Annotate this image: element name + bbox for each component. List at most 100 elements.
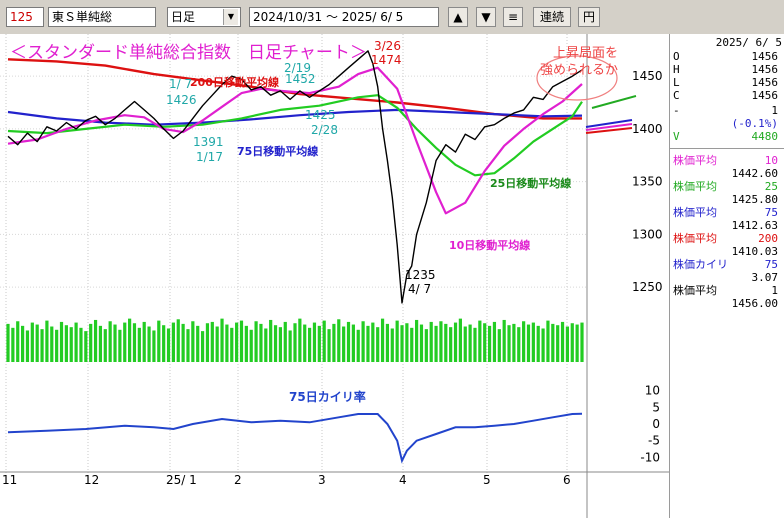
indicator-value-row: 1425.80 [673, 193, 782, 206]
volume-bar [74, 322, 78, 362]
kairi-tick-label: 10 [645, 384, 660, 398]
volume-bar [380, 318, 385, 362]
volume-bar [288, 330, 292, 362]
ohlc-label: O [673, 50, 680, 63]
y-tick-label: 1450 [632, 69, 663, 83]
volume-bar [98, 325, 103, 362]
volume-bar [249, 329, 253, 362]
volume-bar [205, 323, 210, 362]
annot-feb-low-val: 1425 [305, 108, 336, 122]
volume-bar [162, 325, 166, 362]
annot-high-val: 1474 [371, 53, 402, 67]
volume-bar [307, 327, 312, 362]
note-line1: 上昇局面を [553, 46, 618, 61]
indicator-value: 3.07 [751, 271, 779, 284]
ohlc-row: L 1456 [673, 76, 782, 89]
volume-bar [137, 327, 141, 362]
kairi-tick-label: -5 [648, 434, 660, 448]
indicator-row: 株価平均 75 [673, 206, 782, 219]
rensha-button[interactable]: 連続 [533, 7, 571, 27]
volume-bar [166, 328, 171, 362]
indicator-value-row: 1456.00 [673, 297, 782, 310]
volume-bar [444, 323, 448, 362]
chevron-down-icon: ▼ [223, 9, 238, 25]
volume-bar [273, 325, 278, 362]
volume-bar [322, 320, 326, 362]
indicator-row: 株価平均 200 [673, 232, 782, 245]
volume-bar [366, 325, 370, 362]
x-tick-label: 3 [318, 473, 326, 487]
indicator-value: 1412.63 [731, 219, 778, 232]
indicator-label: 株価平均 [673, 284, 717, 297]
volume-bar [541, 328, 545, 362]
annot-low-val: 1235 [405, 268, 436, 282]
x-tick-label: 2 [234, 473, 242, 487]
volume-bar [45, 320, 49, 362]
volume-bar [157, 320, 161, 362]
indicator-row: 株価平均 25 [673, 180, 782, 193]
volume-bar [186, 329, 190, 362]
volume-bar [84, 331, 88, 362]
yen-button[interactable]: 円 [578, 7, 600, 27]
volume-bar [152, 330, 156, 362]
volume-bar [113, 324, 117, 362]
ma75-label: 75日移動平均線 [237, 144, 318, 158]
volume-bar [79, 327, 83, 362]
indicator-label: 株価平均 [673, 180, 717, 193]
indicator-label: 株価カイリ [673, 258, 728, 271]
volume-bar [453, 322, 458, 362]
volume-bar [346, 321, 351, 362]
volume-label: V [673, 130, 680, 143]
volume-bar [385, 323, 390, 362]
x-tick-label: 5 [483, 473, 491, 487]
volume-bar [200, 331, 205, 362]
indicator-param: 200 [758, 232, 778, 245]
toolbar: 125 東Ｓ単純総 日足 ▼ 2024/10/31 ～ 2025/ 6/ 5 ▲… [0, 0, 784, 35]
volume-bar [176, 319, 180, 362]
scroll-up-button[interactable]: ▲ [448, 7, 468, 27]
kairi-tick-label: 5 [652, 400, 660, 414]
volume-bar [171, 322, 175, 362]
kairi-tick-label: -10 [640, 450, 660, 464]
volume-bar [410, 327, 414, 362]
volume-bar [342, 326, 346, 362]
ohlc-row: H 1456 [673, 63, 782, 76]
change-row: - 1 [673, 104, 782, 117]
volume-bar [108, 321, 112, 362]
volume-bar [575, 324, 579, 362]
stock-code-field[interactable]: 125 [6, 7, 44, 27]
volume-bar [298, 318, 302, 362]
ohlc-row: C 1456 [673, 89, 782, 102]
volume-bar [556, 325, 560, 362]
volume-bar [405, 323, 409, 362]
ohlc-value: 1456 [751, 76, 779, 89]
volume-bar [434, 325, 438, 362]
scroll-down-button[interactable]: ▼ [476, 7, 496, 27]
x-tick-label: 12 [84, 473, 99, 487]
volume-bar [473, 327, 477, 362]
kairi-tick-label: 0 [652, 417, 660, 431]
indicator-param: 75 [764, 206, 778, 219]
volume-bar [517, 327, 521, 362]
date-range-field[interactable]: 2024/10/31 ～ 2025/ 6/ 5 [249, 7, 439, 27]
volume-bar [512, 323, 516, 362]
period-select[interactable]: 日足 ▼ [167, 7, 241, 27]
stock-name-field[interactable]: 東Ｓ単純総 [48, 7, 156, 27]
y-tick-label: 1250 [632, 280, 663, 294]
menu-button[interactable]: ≡ [503, 7, 523, 27]
indicator-label: 株価平均 [673, 154, 717, 167]
ma10-label: 10日移動平均線 [449, 238, 530, 252]
volume-bar [269, 319, 273, 362]
annot-jan-high-val: 1426 [166, 93, 197, 107]
volume-bar [93, 319, 98, 362]
ohlc-value: 1456 [751, 89, 779, 102]
indicator-value: 1425.80 [731, 193, 778, 206]
ohlc-value: 1456 [751, 63, 779, 76]
panel-divider [670, 148, 784, 149]
volume-bar [429, 321, 433, 362]
hamburger-icon: ≡ [507, 10, 519, 24]
indicator-value-row: 3.07 [673, 271, 782, 284]
volume-bar [59, 321, 64, 362]
volume-bar [424, 329, 428, 362]
volume-bar [502, 319, 506, 362]
